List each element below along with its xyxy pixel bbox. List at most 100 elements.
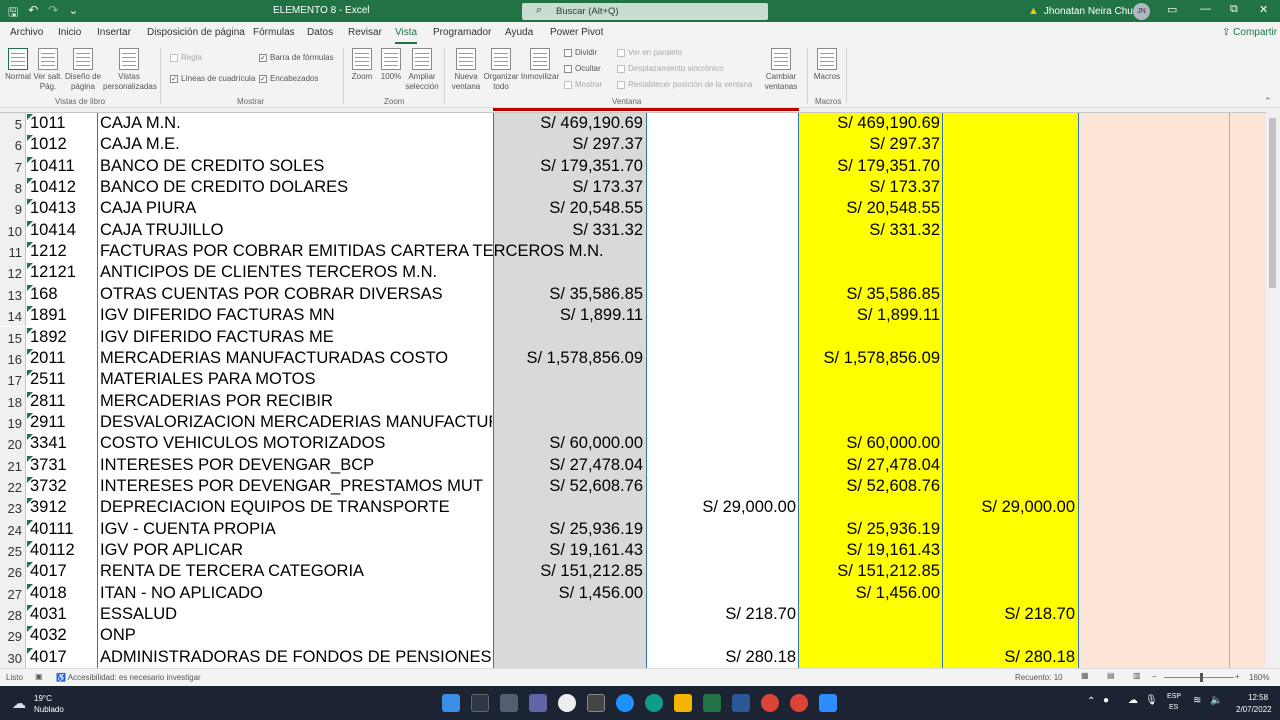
row-header[interactable]: 30	[0, 646, 26, 668]
row-header[interactable]: 10	[0, 219, 26, 242]
tab-insertar[interactable]: Insertar	[97, 27, 131, 38]
cell-code[interactable]: 1892	[30, 327, 67, 348]
arrange-all-button[interactable]: Organizar todo	[483, 48, 519, 92]
chrome-canary-icon[interactable]	[616, 694, 634, 712]
cell-haber[interactable]	[647, 220, 796, 241]
ribbon-display-icon[interactable]: ▭	[1167, 3, 1177, 16]
search-box[interactable]: ⌕ Buscar (Alt+Q)	[522, 3, 768, 20]
cell-saldo-acreedor[interactable]	[943, 519, 1075, 540]
cell-debe[interactable]: S/ 25,936.19	[494, 519, 643, 540]
cell-description[interactable]: MERCADERIAS MANUFACTURADAS COSTO	[100, 348, 492, 369]
cell-haber[interactable]	[647, 519, 796, 540]
cell-saldo-acreedor[interactable]	[943, 156, 1075, 177]
cell-saldo-acreedor[interactable]	[943, 455, 1075, 476]
cell-code[interactable]: 4031	[30, 604, 67, 625]
tab-programador[interactable]: Programador	[433, 27, 491, 38]
freeze-panes-button[interactable]: Inmovilizar	[520, 48, 560, 82]
cell-haber[interactable]	[647, 284, 796, 305]
row-header[interactable]: 26	[0, 561, 26, 583]
redo-icon[interactable]: ↷	[48, 3, 58, 24]
reset-position-button[interactable]: Restablecer posición de la ventana	[617, 80, 753, 89]
switch-windows-button[interactable]: Cambiar ventanas	[760, 48, 802, 92]
cell-saldo-deudor[interactable]	[799, 625, 940, 646]
tab-formulas[interactable]: Fórmulas	[253, 27, 295, 38]
cell-saldo-acreedor[interactable]	[943, 476, 1075, 497]
cell-saldo-deudor[interactable]	[799, 604, 940, 625]
zoom-slider-thumb[interactable]	[1200, 673, 1203, 682]
cell-description[interactable]: MERCADERIAS POR RECIBIR	[100, 391, 492, 412]
cell-saldo-acreedor[interactable]	[943, 412, 1075, 433]
cell-saldo-deudor[interactable]	[799, 262, 940, 283]
user-account[interactable]: ▲ Jhonatan Neira Chucas	[1028, 5, 1148, 17]
cell-description[interactable]: OTRAS CUENTAS POR COBRAR DIVERSAS	[100, 284, 492, 305]
cell-code[interactable]: 3341	[30, 433, 67, 454]
cell-description[interactable]: BANCO DE CREDITO SOLES	[100, 156, 492, 177]
row-header[interactable]: 18	[0, 390, 26, 412]
cell-saldo-deudor[interactable]	[799, 497, 940, 518]
cell-code[interactable]: 2511	[30, 369, 65, 390]
save-icon[interactable]: 🖫	[8, 3, 18, 24]
cell-code[interactable]: 1891	[30, 305, 67, 326]
cell-description[interactable]: ITAN - NO APLICADO	[100, 583, 492, 604]
cell-description[interactable]: INTERESES POR DEVENGAR_BCP	[100, 455, 492, 476]
cell-debe[interactable]: S/ 1,899.11	[494, 305, 643, 326]
cell-saldo-deudor[interactable]	[799, 369, 940, 390]
cell-haber[interactable]	[647, 433, 796, 454]
cell-haber[interactable]	[647, 391, 796, 412]
cell-code[interactable]: 40112	[30, 540, 75, 561]
cell-saldo-deudor[interactable]: S/ 151,212.85	[799, 561, 940, 582]
row-header[interactable]: 7	[0, 155, 26, 178]
cell-haber[interactable]	[647, 455, 796, 476]
zoom-out-icon[interactable]: −	[1152, 672, 1157, 681]
cell-saldo-acreedor[interactable]	[943, 198, 1075, 219]
cell-debe[interactable]: S/ 35,586.85	[494, 284, 643, 305]
zoom-app-icon[interactable]	[819, 694, 837, 712]
cell-debe[interactable]	[494, 625, 643, 646]
cell-code[interactable]: 3731	[30, 455, 67, 476]
cell-saldo-deudor[interactable]: S/ 25,936.19	[799, 519, 940, 540]
wifi-icon[interactable]: ≋	[1193, 695, 1201, 706]
cell-debe[interactable]	[494, 412, 643, 433]
cell-haber[interactable]	[647, 156, 796, 177]
tab-disposicion[interactable]: Disposición de página	[147, 27, 245, 38]
antivirus-icon[interactable]: ●	[1103, 695, 1109, 706]
cell-code[interactable]: 1012	[30, 134, 67, 155]
tray-chevron-icon[interactable]: ⌃	[1087, 696, 1095, 707]
collapse-ribbon-icon[interactable]: ⌃	[1264, 96, 1272, 107]
cell-saldo-deudor[interactable]: S/ 35,586.85	[799, 284, 940, 305]
unhide-button[interactable]: Mostrar	[564, 80, 602, 89]
cell-haber[interactable]	[647, 241, 796, 262]
cell-debe[interactable]: S/ 60,000.00	[494, 433, 643, 454]
cell-haber[interactable]	[647, 198, 796, 219]
cell-saldo-acreedor[interactable]	[943, 625, 1075, 646]
row-header[interactable]: 28	[0, 604, 26, 626]
cell-haber[interactable]	[647, 625, 796, 646]
cell-saldo-acreedor[interactable]	[943, 540, 1075, 561]
volume-icon[interactable]: 🔈	[1210, 695, 1222, 706]
cell-saldo-deudor[interactable]	[799, 327, 940, 348]
clock-date[interactable]: 2/07/2022	[1236, 705, 1272, 714]
cell-description[interactable]: IGV DIFERIDO FACTURAS ME	[100, 327, 492, 348]
row-header[interactable]: 21	[0, 454, 26, 476]
lang-bottom[interactable]: ES	[1169, 704, 1178, 711]
cell-saldo-acreedor[interactable]	[943, 113, 1075, 134]
accessibility-status[interactable]: ♿ Accesibilidad: es necesario investigar	[56, 673, 201, 682]
cell-debe[interactable]	[494, 391, 643, 412]
row-header[interactable]: 6	[0, 134, 26, 156]
minimize-button[interactable]: —	[1200, 3, 1211, 15]
side-by-side-button[interactable]: Ver en paralelo	[617, 48, 682, 57]
cell-code[interactable]: 4018	[30, 583, 67, 604]
formula-bar-checkbox[interactable]: ✓ Barra de fórmulas	[259, 53, 334, 62]
chrome-profile-icon[interactable]	[790, 694, 808, 712]
cell-code[interactable]: 4017	[30, 647, 67, 668]
zoom-button[interactable]: Zoom	[348, 48, 376, 82]
page-layout-status-icon[interactable]: ▤	[1107, 671, 1115, 680]
cell-haber[interactable]	[647, 348, 796, 369]
zoom-selection-button[interactable]: Ampliar selección	[405, 48, 439, 92]
cell-saldo-deudor[interactable]: S/ 331.32	[799, 220, 940, 241]
cell-debe[interactable]: S/ 1,578,856.09	[494, 348, 643, 369]
cell-debe[interactable]	[494, 369, 643, 390]
cell-debe[interactable]	[494, 604, 643, 625]
zoom-level[interactable]: 160%	[1249, 673, 1269, 682]
macros-button[interactable]: Macros	[812, 48, 842, 82]
